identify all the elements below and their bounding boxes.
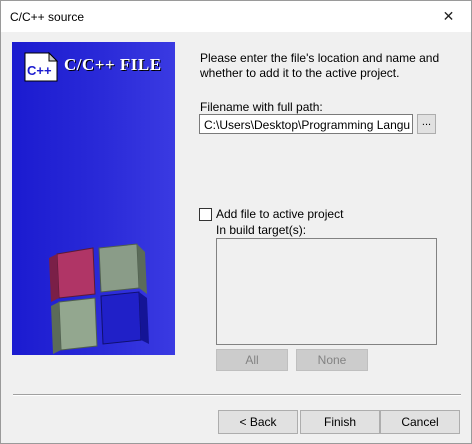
build-targets-list[interactable] [216, 238, 437, 345]
cubes-graphic-icon [49, 243, 149, 354]
browse-button[interactable]: ... [417, 114, 436, 134]
back-button[interactable]: < Back [218, 410, 298, 434]
close-button[interactable]: ✕ [426, 1, 471, 32]
wizard-banner: C++ C/C++ FILE [12, 42, 175, 355]
add-to-project-label[interactable]: Add file to active project [216, 207, 343, 221]
filename-label: Filename with full path: [200, 100, 323, 114]
build-targets-label: In build target(s): [216, 223, 307, 237]
add-to-project-row[interactable]: Add file to active project [199, 207, 343, 221]
logo-text: C++ [27, 63, 52, 78]
dialog-window: C/C++ source ✕ C++ C/C++ FILE Please ent… [0, 0, 472, 444]
intro-text: Please enter the file's location and nam… [200, 51, 440, 80]
divider [13, 394, 461, 396]
finish-button[interactable]: Finish [300, 410, 380, 434]
window-title: C/C++ source [10, 10, 85, 24]
add-to-project-checkbox[interactable] [199, 207, 212, 221]
file-logo-icon: C++ [24, 51, 59, 82]
cancel-button[interactable]: Cancel [380, 410, 460, 434]
title-bar: C/C++ source ✕ [1, 1, 471, 32]
select-none-button[interactable]: None [296, 349, 368, 371]
filename-input[interactable]: C:\Users\Desktop\Programming Langu [199, 114, 413, 134]
close-icon: ✕ [442, 8, 455, 24]
banner-title: C/C++ FILE [64, 55, 162, 74]
select-all-button[interactable]: All [216, 349, 288, 371]
